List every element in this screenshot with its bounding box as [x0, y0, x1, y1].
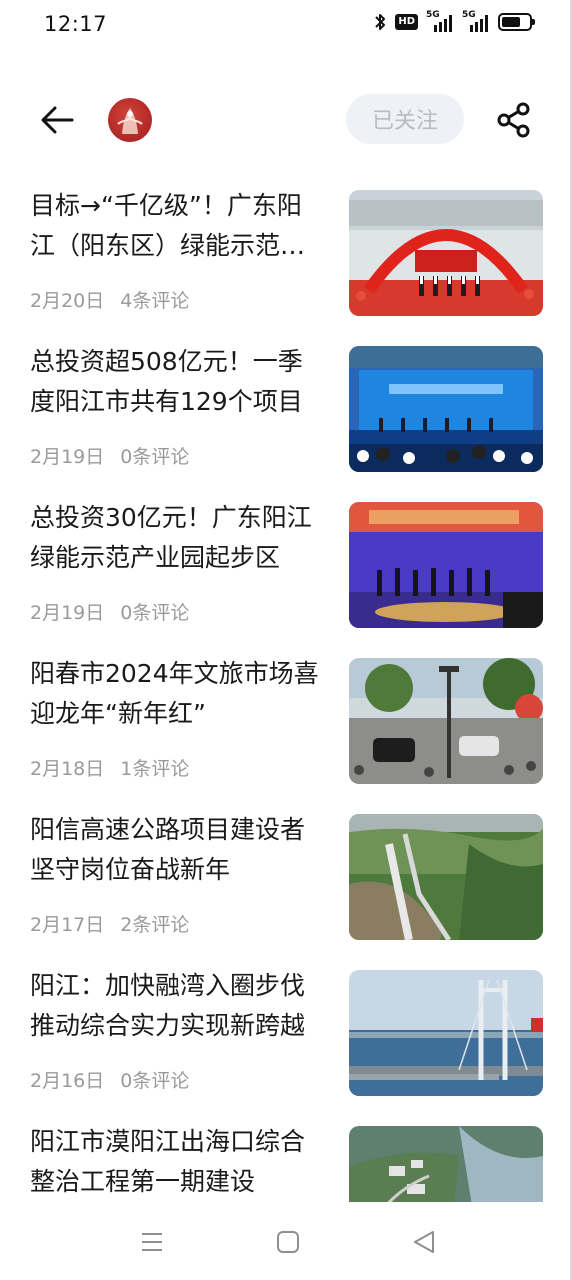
- article-title: 阳信高速公路项目建设者坚守岗位奋战新年: [30, 815, 306, 884]
- bluetooth-icon: [375, 14, 386, 30]
- article-meta: 2月16日 0条评论: [30, 1066, 189, 1093]
- logo-emblem-icon: [117, 108, 143, 134]
- article-comments: 2条评论: [120, 914, 190, 936]
- article-date: 2月20日: [30, 290, 105, 312]
- article-meta: 2月18日 1条评论: [30, 754, 189, 781]
- article-comments: 0条评论: [120, 602, 190, 624]
- home-button[interactable]: [268, 1224, 308, 1260]
- status-time: 12:17: [44, 12, 108, 36]
- article-thumbnail: [349, 970, 543, 1096]
- article-comments: 0条评论: [120, 446, 190, 468]
- article-thumbnail: [349, 346, 543, 472]
- article-thumbnail: [349, 502, 543, 628]
- article-title: 目标→“千亿级”！广东阳江（阳东区）绿能示范产业园: [30, 191, 306, 260]
- article-title: 总投资超508亿元！一季度阳江市共有129个项目: [30, 347, 303, 416]
- article-item[interactable]: 阳江市漠阳江出海口综合整治工程第一期建设: [0, 1108, 572, 1202]
- back-arrow-icon: [41, 106, 74, 134]
- article-comments: 4条评论: [120, 290, 190, 312]
- system-back-button[interactable]: [404, 1224, 444, 1260]
- battery-icon: [498, 13, 535, 31]
- article-title: 阳江：加快融湾入圈步伐 推动综合实力实现新跨越: [30, 971, 306, 1040]
- article-title: 阳春市2024年文旅市场喜迎龙年“新年红”: [30, 659, 319, 728]
- back-triangle-icon: [414, 1231, 434, 1253]
- article-item[interactable]: 阳春市2024年文旅市场喜迎龙年“新年红” 2月18日 1条评论: [0, 640, 572, 796]
- status-icons: HD 5G 5G: [373, 10, 535, 32]
- article-comments: 0条评论: [120, 1070, 190, 1092]
- menu-icon: [142, 1233, 162, 1251]
- signal-icon-2: 5G: [462, 10, 490, 32]
- article-item[interactable]: 目标→“千亿级”！广东阳江（阳东区）绿能示范产业园 2月20日 4条评论: [0, 172, 572, 328]
- account-logo[interactable]: [108, 98, 152, 142]
- article-list[interactable]: 目标→“千亿级”！广东阳江（阳东区）绿能示范产业园 2月20日 4条评论 总投资超…: [0, 172, 572, 1202]
- signal-icon: 5G: [426, 10, 454, 32]
- article-date: 2月19日: [30, 446, 105, 468]
- follow-button[interactable]: 已关注: [346, 94, 464, 144]
- article-date: 2月19日: [30, 602, 105, 624]
- share-icon: [497, 102, 530, 138]
- article-title: 总投资30亿元！广东阳江绿能示范产业园起步区: [30, 503, 312, 572]
- article-item[interactable]: 阳江：加快融湾入圈步伐 推动综合实力实现新跨越 2月16日 0条评论: [0, 952, 572, 1108]
- article-thumbnail: [349, 1126, 543, 1202]
- article-date: 2月16日: [30, 1070, 105, 1092]
- share-button[interactable]: [494, 102, 534, 138]
- menu-button[interactable]: [132, 1224, 172, 1260]
- article-meta: 2月19日 0条评论: [30, 442, 189, 469]
- system-nav-bar: [0, 1202, 572, 1280]
- article-item[interactable]: 总投资超508亿元！一季度阳江市共有129个项目 2月19日 0条评论: [0, 328, 572, 484]
- article-thumbnail: [349, 814, 543, 940]
- article-comments: 1条评论: [120, 758, 190, 780]
- home-icon: [277, 1231, 299, 1253]
- hd-badge: HD: [395, 14, 418, 30]
- article-date: 2月18日: [30, 758, 105, 780]
- article-thumbnail: [349, 658, 543, 784]
- article-title: 阳江市漠阳江出海口综合整治工程第一期建设: [30, 1127, 306, 1196]
- status-bar: 12:17 HD 5G 5G: [0, 0, 572, 52]
- article-item[interactable]: 阳信高速公路项目建设者坚守岗位奋战新年 2月17日 2条评论: [0, 796, 572, 952]
- article-thumbnail: [349, 190, 543, 316]
- header: 已关注: [0, 90, 572, 150]
- article-item[interactable]: 总投资30亿元！广东阳江绿能示范产业园起步区 2月19日 0条评论: [0, 484, 572, 640]
- article-date: 2月17日: [30, 914, 105, 936]
- back-button[interactable]: [36, 100, 80, 140]
- article-meta: 2月19日 0条评论: [30, 598, 189, 625]
- article-meta: 2月20日 4条评论: [30, 286, 189, 313]
- article-meta: 2月17日 2条评论: [30, 910, 189, 937]
